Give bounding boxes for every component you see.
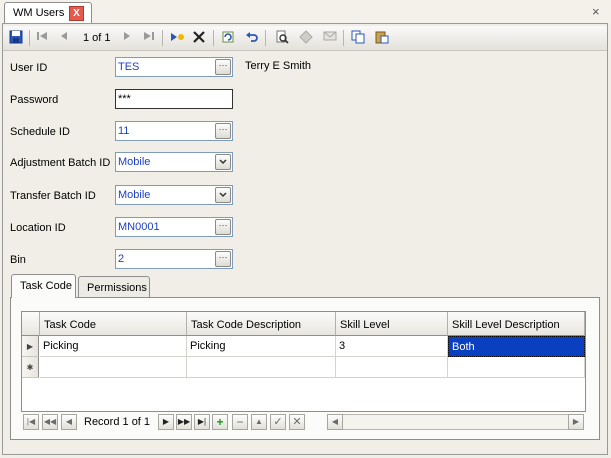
print-preview-icon[interactable] <box>273 29 291 47</box>
record-toolbar: 1 of 1 <box>3 26 607 51</box>
column-header-skill-level-description[interactable]: Skill Level Description <box>448 312 585 336</box>
adjustment-batch-id-label: Adjustment Batch ID <box>10 157 111 169</box>
save-icon[interactable] <box>7 29 25 47</box>
first-record-icon[interactable] <box>33 29 51 47</box>
nav-last-icon[interactable]: ▶| <box>194 414 210 430</box>
ellipsis-icon: ··· <box>218 60 228 70</box>
chevron-down-icon[interactable] <box>215 187 231 203</box>
password-value: *** <box>118 93 131 105</box>
horizontal-scrollbar[interactable]: ◀ ▶ <box>327 414 584 430</box>
bin-label: Bin <box>10 254 26 266</box>
tab-permissions-label: Permissions <box>87 282 147 294</box>
ellipsis-icon: ··· <box>218 220 228 230</box>
adjustment-batch-id-value: Mobile <box>118 156 151 168</box>
document-tab-label: WM Users <box>13 7 65 19</box>
record-counter: Record 1 of 1 <box>84 416 151 428</box>
email-icon[interactable] <box>321 29 339 47</box>
new-row-cell[interactable] <box>448 357 585 378</box>
new-row-cell[interactable] <box>187 357 336 378</box>
copy-icon[interactable] <box>349 29 367 47</box>
nav-move-up-icon[interactable]: ▲ <box>251 414 267 430</box>
tab-permissions[interactable]: Permissions <box>78 276 150 298</box>
location-id-value: MN0001 <box>118 221 160 233</box>
new-row-cell[interactable] <box>40 357 187 378</box>
new-row-cell[interactable] <box>336 357 448 378</box>
grid-navigator: |◀ ◀◀ ◀ Record 1 of 1 ▶ ▶▶ ▶| + − ▲ ✓ ✕ … <box>21 413 586 433</box>
cell-skill-level-description[interactable]: Both <box>448 336 585 357</box>
current-row-indicator[interactable]: ▶ <box>22 336 39 357</box>
user-id-field[interactable]: TES ··· <box>115 57 233 77</box>
column-header-task-code[interactable]: Task Code <box>40 312 187 336</box>
prev-record-icon[interactable] <box>55 29 73 47</box>
transfer-batch-id-value: Mobile <box>118 189 151 201</box>
window-close-icon[interactable]: × <box>592 4 600 19</box>
bin-lookup-button[interactable]: ··· <box>215 251 231 267</box>
cell-task-code[interactable]: Picking <box>40 336 187 357</box>
location-id-lookup-button[interactable]: ··· <box>215 219 231 235</box>
nav-first-icon[interactable]: |◀ <box>23 414 39 430</box>
adjustment-batch-id-select[interactable]: Mobile <box>115 152 233 172</box>
ellipsis-icon: ··· <box>218 124 228 134</box>
location-id-field[interactable]: MN0001 ··· <box>115 217 233 237</box>
cell-task-code-description[interactable]: Picking <box>187 336 336 357</box>
close-tab-icon[interactable]: X <box>69 6 84 21</box>
user-full-name: Terry E Smith <box>245 60 312 72</box>
transfer-batch-id-select[interactable]: Mobile <box>115 185 233 205</box>
bin-field[interactable]: 2 ··· <box>115 249 233 269</box>
new-record-icon[interactable] <box>168 29 186 47</box>
nav-add-icon[interactable]: + <box>212 414 228 430</box>
last-record-icon[interactable] <box>140 29 158 47</box>
transfer-batch-id-label: Transfer Batch ID <box>10 190 96 202</box>
location-id-label: Location ID <box>10 222 66 234</box>
grid-corner <box>22 312 40 336</box>
chevron-down-icon[interactable] <box>215 154 231 170</box>
cell-skill-level[interactable]: 3 <box>336 336 448 357</box>
undo-icon[interactable] <box>243 29 261 47</box>
record-position: 1 of 1 <box>83 32 111 44</box>
bin-value: 2 <box>118 253 125 265</box>
nav-next-page-icon[interactable]: ▶▶ <box>176 414 192 430</box>
nav-next-icon[interactable]: ▶ <box>158 414 174 430</box>
delete-icon[interactable] <box>190 29 208 47</box>
schedule-id-lookup-button[interactable]: ··· <box>215 123 231 139</box>
nav-remove-icon[interactable]: − <box>232 414 248 430</box>
tag-icon[interactable] <box>297 29 315 47</box>
scroll-left-icon[interactable]: ◀ <box>327 414 343 430</box>
user-id-lookup-button[interactable]: ··· <box>215 59 231 75</box>
schedule-id-value: 11 <box>118 125 130 137</box>
nav-cancel-icon[interactable]: ✕ <box>289 414 305 430</box>
nav-prev-icon[interactable]: ◀ <box>61 414 77 430</box>
user-id-value: TES <box>118 61 140 73</box>
new-row-indicator[interactable]: ✱ <box>22 357 39 378</box>
password-field[interactable]: *** <box>115 89 233 109</box>
paste-icon[interactable] <box>373 29 391 47</box>
user-id-label: User ID <box>10 62 48 74</box>
next-record-icon[interactable] <box>118 29 136 47</box>
document-tab-wm-users[interactable]: WM Users X <box>4 2 92 24</box>
ellipsis-icon: ··· <box>218 252 228 262</box>
refresh-icon[interactable] <box>219 29 237 47</box>
tab-task-code[interactable]: Task Code <box>11 274 76 298</box>
scroll-right-icon[interactable]: ▶ <box>568 414 584 430</box>
column-header-task-code-description[interactable]: Task Code Description <box>187 312 336 336</box>
schedule-id-field[interactable]: 11 ··· <box>115 121 233 141</box>
nav-accept-icon[interactable]: ✓ <box>270 414 286 430</box>
nav-prev-page-icon[interactable]: ◀◀ <box>42 414 58 430</box>
column-header-skill-level[interactable]: Skill Level <box>336 312 448 336</box>
schedule-id-label: Schedule ID <box>10 126 70 138</box>
password-label: Password <box>10 94 59 106</box>
task-code-grid: Task Code Task Code Description Skill Le… <box>21 311 586 412</box>
tab-task-code-label: Task Code <box>20 280 72 292</box>
document-tabstrip: WM Users X × <box>0 0 611 24</box>
